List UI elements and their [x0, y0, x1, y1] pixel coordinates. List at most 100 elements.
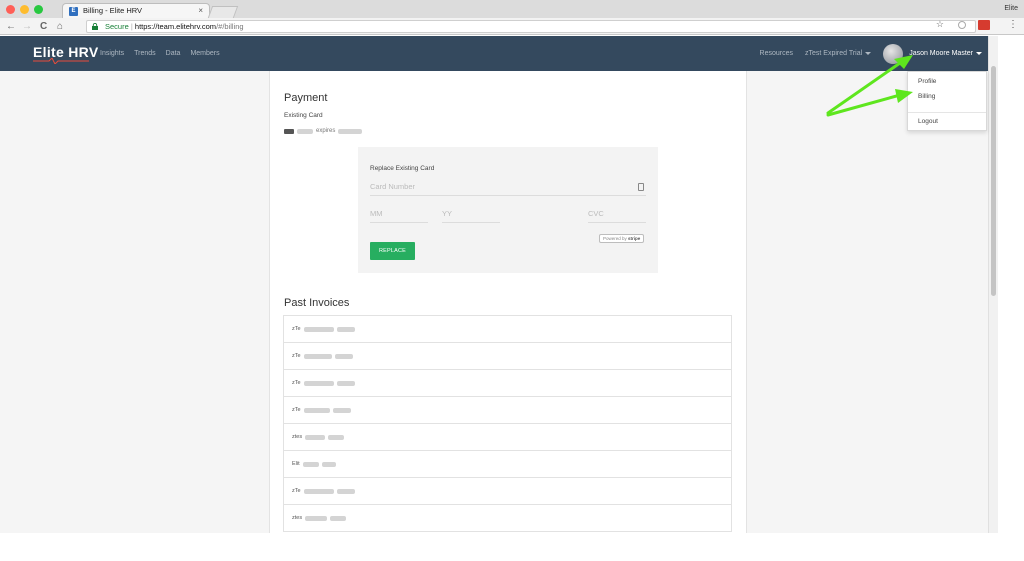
window-edge	[998, 36, 1024, 533]
url-host: https://team.elitehrv.com	[134, 22, 217, 31]
existing-card-info: expires	[284, 128, 363, 134]
heartbeat-logo-icon	[33, 58, 89, 64]
below-window-area	[0, 533, 1024, 561]
tab-close-icon[interactable]: ×	[198, 4, 203, 18]
replace-card-title: Replace Existing Card	[370, 165, 435, 172]
mm-placeholder: MM	[370, 209, 383, 218]
stripe-logo: stripe	[628, 236, 641, 241]
nav-data[interactable]: Data	[166, 36, 181, 71]
invoice-name: zTe	[292, 406, 301, 413]
redacted-text	[303, 326, 334, 332]
secure-label: Secure	[105, 22, 129, 31]
bookmark-star-icon[interactable]: ☆	[936, 19, 944, 30]
nav-trends[interactable]: Trends	[134, 36, 156, 71]
invoice-name: Elit	[292, 460, 300, 467]
card-number-placeholder: Card Number	[370, 182, 416, 191]
card-brand-icon	[284, 128, 294, 134]
menu-item-profile[interactable]: Profile	[918, 78, 936, 85]
invoice-row[interactable]: zTe	[284, 397, 731, 424]
invoice-row[interactable]: zTe	[284, 478, 731, 505]
nav-members[interactable]: Members	[190, 36, 219, 71]
invoice-row[interactable]: zTe	[284, 343, 731, 370]
redacted-text	[303, 407, 330, 413]
replace-card-panel: Replace Existing Card Card Number MM YY …	[358, 147, 658, 273]
extension-badge-icon[interactable]	[978, 20, 990, 30]
chevron-down-icon	[976, 51, 982, 55]
home-icon[interactable]: ⌂	[57, 20, 63, 33]
past-invoices-heading: Past Invoices	[284, 297, 350, 309]
page-right-gutter	[747, 71, 988, 533]
invoice-row[interactable]: ztes	[284, 424, 731, 451]
invoice-row[interactable]: zTe	[284, 316, 731, 343]
redacted-text	[336, 326, 355, 332]
existing-card-label: Existing Card	[284, 112, 323, 119]
back-icon[interactable]: ←	[6, 20, 16, 33]
browser-tab[interactable]: E Billing - Elite HRV ×	[62, 3, 210, 18]
cvc-field[interactable]: CVC	[588, 209, 646, 223]
window-maximize-dot[interactable]	[34, 5, 43, 14]
powered-by-label: Powered by	[603, 236, 627, 241]
redacted-text	[305, 515, 328, 521]
powered-by-stripe-badge[interactable]: Powered by stripe	[599, 234, 645, 243]
expiry-month-field[interactable]: MM	[370, 209, 428, 223]
url-separator: |	[130, 22, 133, 31]
redacted-text	[305, 434, 326, 440]
page-scrollbar[interactable]	[988, 36, 998, 533]
lock-icon	[92, 23, 98, 30]
user-menu-toggle[interactable]: Jason Moore Master	[909, 50, 982, 57]
window-close-dot[interactable]	[6, 5, 15, 14]
card-number-field[interactable]: Card Number	[370, 182, 646, 196]
new-tab-button[interactable]	[207, 6, 239, 18]
invoice-name: ztes	[292, 514, 303, 521]
yy-placeholder: YY	[442, 209, 453, 218]
replace-card-button[interactable]: REPLACE	[370, 242, 415, 260]
divider	[746, 71, 747, 533]
redacted-text	[321, 461, 336, 467]
address-bar[interactable]: Secure | https://team.elitehrv.com/#/bil…	[86, 20, 976, 33]
redacted-text	[303, 488, 334, 494]
redacted-text	[336, 380, 355, 386]
invoice-name: zTe	[292, 487, 301, 494]
redacted-card-digits	[297, 128, 313, 134]
extension-icon[interactable]	[958, 21, 966, 29]
window-minimize-dot[interactable]	[20, 5, 29, 14]
payment-heading: Payment	[284, 92, 328, 104]
scrollbar-thumb[interactable]	[991, 66, 996, 296]
invoice-row[interactable]: zTe	[284, 370, 731, 397]
expiry-year-field[interactable]: YY	[442, 209, 500, 223]
url-path: /#/billing	[216, 22, 244, 31]
invoice-row[interactable]: ztes	[284, 505, 731, 532]
redacted-text	[302, 461, 319, 467]
invoice-list: zTe zTe zTe zTe ztes Elit zTe ztes	[283, 315, 732, 532]
main-nav: Insights Trends Data Members	[100, 36, 220, 71]
reload-icon[interactable]: C	[40, 20, 47, 33]
favicon-icon: E	[69, 7, 78, 16]
divider	[269, 71, 270, 533]
tab-title: Billing - Elite HRV	[83, 6, 143, 15]
redacted-text	[334, 353, 353, 359]
browser-menu-icon[interactable]: ⋮	[1008, 18, 1018, 31]
redacted-text	[303, 380, 334, 386]
redacted-text	[336, 488, 355, 494]
redacted-text	[303, 353, 332, 359]
redacted-text	[328, 434, 345, 440]
invoice-name: ztes	[292, 433, 303, 440]
card-icon	[638, 183, 644, 191]
expires-label: expires	[316, 128, 336, 134]
menu-item-logout[interactable]: Logout	[918, 118, 938, 125]
invoice-name: zTe	[292, 379, 301, 386]
forward-icon[interactable]: →	[22, 20, 32, 33]
invoice-row[interactable]: Elit	[284, 451, 731, 478]
browser-profile-name[interactable]: Elite	[1004, 0, 1018, 18]
invoice-name: zTe	[292, 352, 301, 359]
redacted-text	[332, 407, 351, 413]
browser-toolbar: ← → C ⌂ Secure | https://team.elitehrv.c…	[0, 18, 1024, 35]
annotation-arrows	[826, 55, 913, 117]
nav-resources[interactable]: Resources	[760, 50, 793, 57]
browser-tab-strip: E Billing - Elite HRV × Elite	[0, 0, 1024, 18]
page-left-gutter	[0, 71, 269, 533]
redacted-expiry	[338, 128, 363, 134]
nav-insights[interactable]: Insights	[100, 36, 124, 71]
menu-item-billing[interactable]: Billing	[918, 93, 935, 100]
invoice-name: zTe	[292, 325, 301, 332]
